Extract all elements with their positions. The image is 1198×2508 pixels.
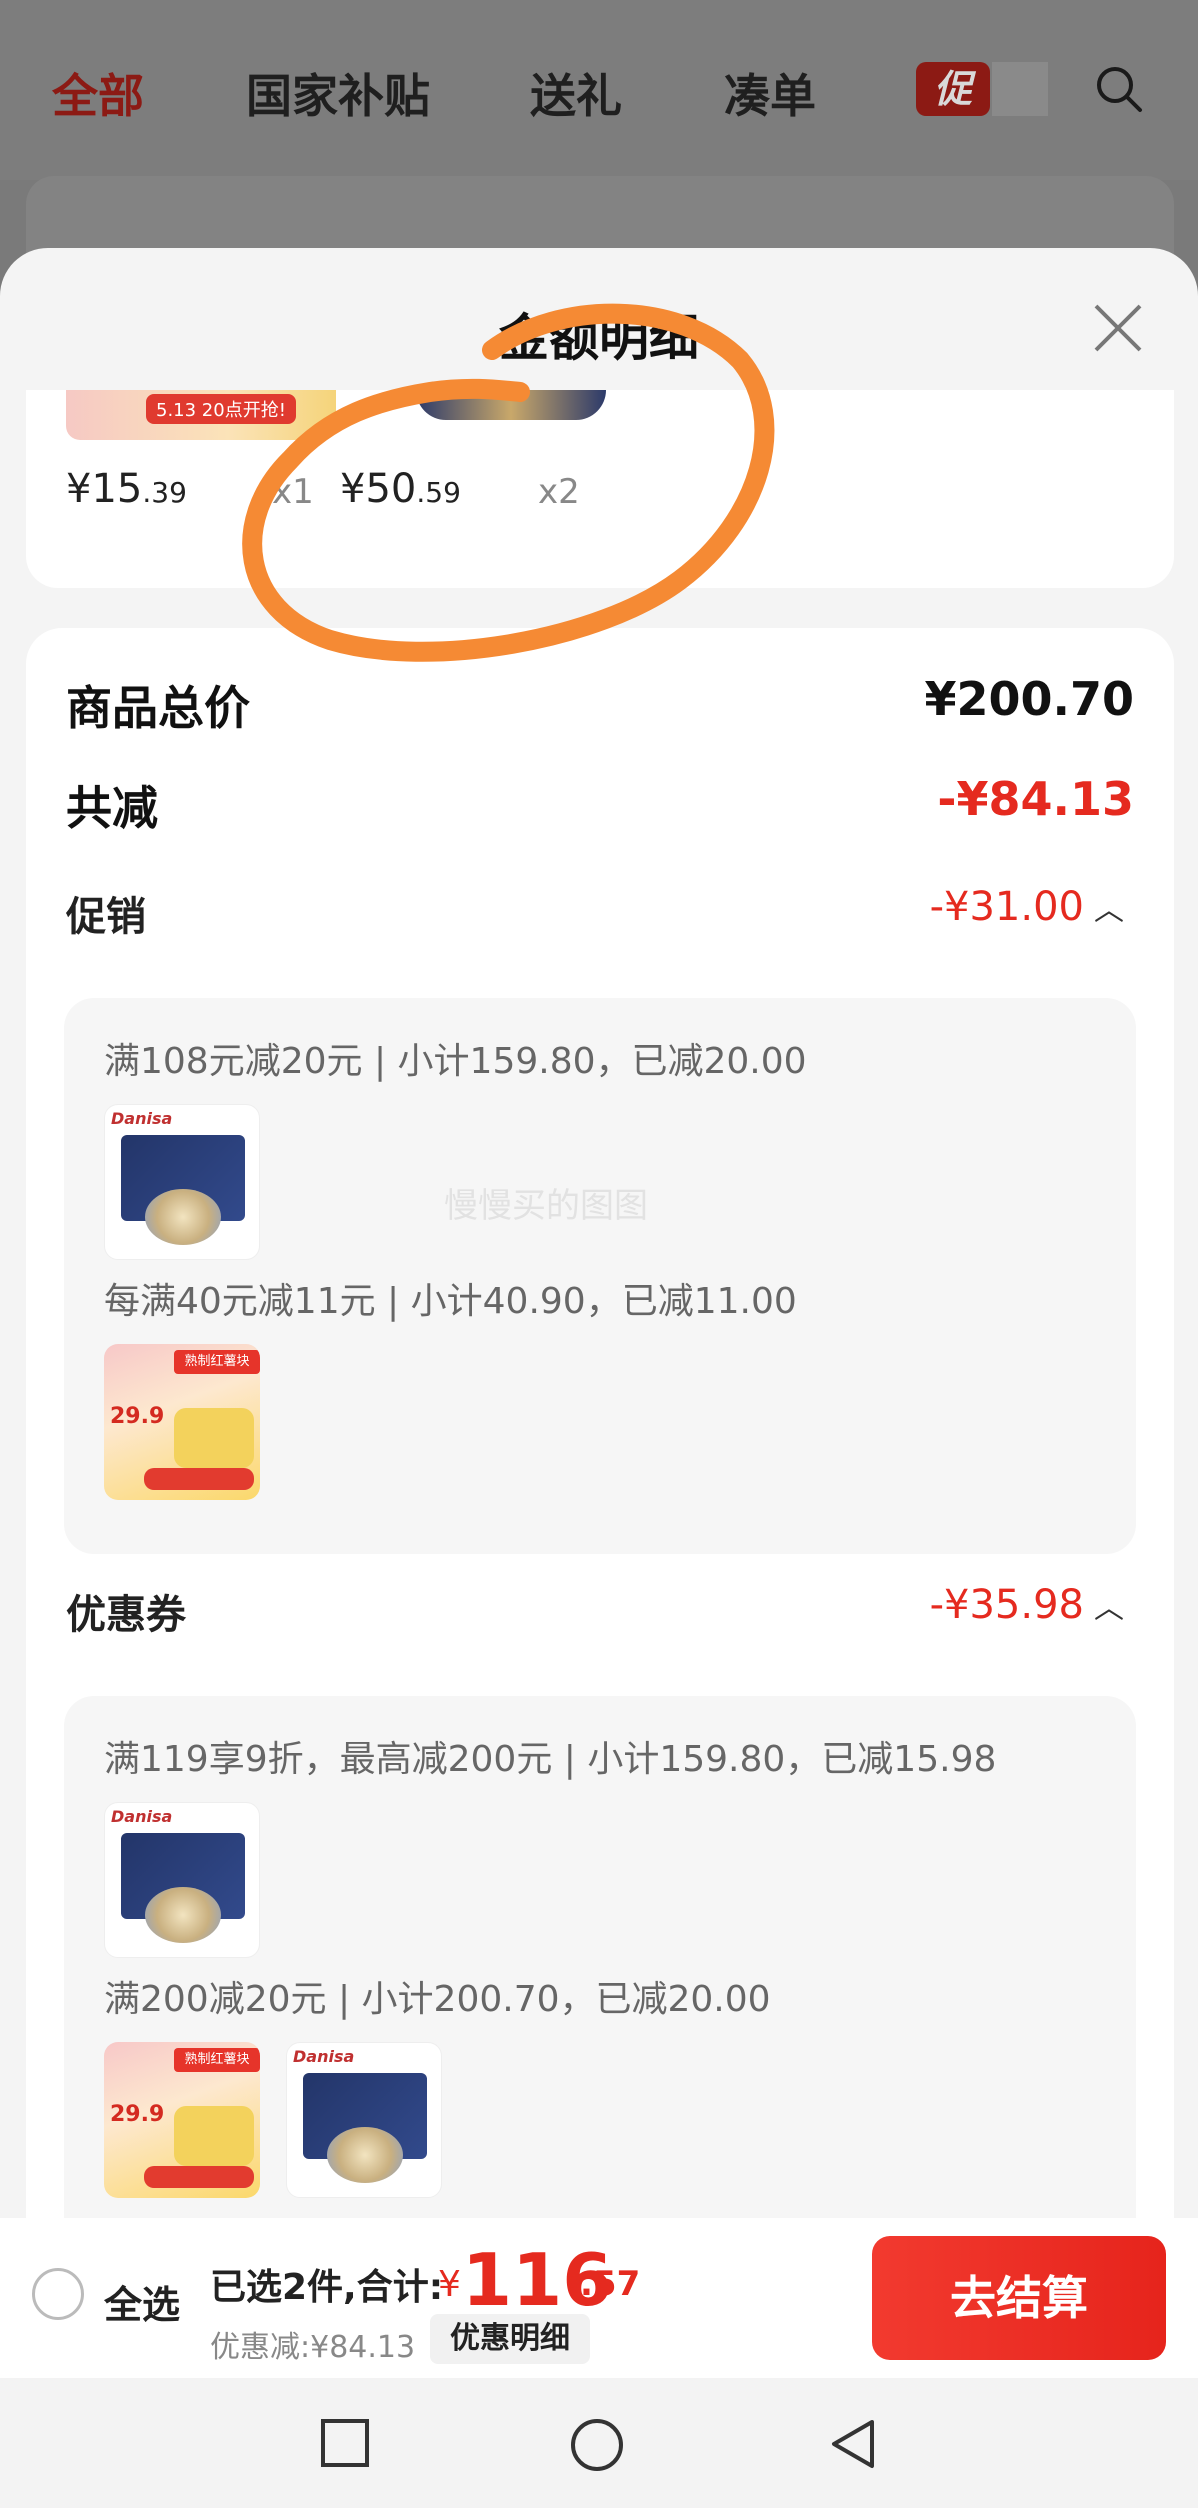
promotion-label: 促销 [66, 894, 146, 940]
product-thumbnail: 5.13 20点开抢! [66, 390, 336, 440]
promotion-rule: 每满40元减11元 | 小计40.90，已减11.00 [104, 1281, 797, 1322]
promo-badge[interactable]: 促 [916, 62, 990, 116]
total-amount-decimal: .57 [580, 2264, 641, 2304]
discount-detail-button[interactable]: 优惠明细 [430, 2314, 590, 2364]
watermark: 慢慢买的图图 [444, 1186, 648, 1226]
search-icon[interactable] [1094, 64, 1144, 114]
chevron-up-icon: ︿ [1094, 1591, 1124, 1626]
selected-count: 已选2件,合计: [210, 2267, 444, 2308]
total-discount-value: -¥84.13 [937, 772, 1134, 826]
discount-summary: 优惠减:¥84.13 [210, 2330, 416, 2365]
coupon-value: -¥35.98 [929, 1582, 1084, 1628]
coupon-label: 优惠券 [66, 1592, 186, 1638]
chevron-up-icon: ︿ [1094, 893, 1124, 928]
home-icon[interactable] [570, 2418, 624, 2472]
top-tab-bar: 全部 国家补贴 送礼 凑单 促 [0, 0, 1198, 180]
promotion-toggle[interactable]: -¥31.00 ︿ [930, 884, 1124, 930]
goods-total-value: ¥200.70 [924, 672, 1134, 726]
product-summary-card: 5.13 20点开抢! ¥15.39 x1 ¥50.59 x2 [26, 390, 1174, 588]
product-image: 熟制红薯块 29.9 [104, 2042, 260, 2198]
coupon-toggle[interactable]: -¥35.98 ︿ [930, 1582, 1124, 1628]
amount-detail-sheet: 金额明细 5.13 20点开抢! ¥15.39 x1 ¥50.59 x2 商品总… [0, 248, 1198, 2508]
checkout-bar: 全选 已选2件,合计: ¥ 116 .57 优惠减:¥84.13 优惠明细 去结… [0, 2218, 1198, 2378]
close-icon[interactable] [1090, 300, 1146, 356]
recents-icon[interactable] [320, 2418, 370, 2468]
select-all-radio[interactable] [32, 2268, 84, 2320]
product-thumbnail [416, 390, 606, 420]
product-price: ¥50.59 [340, 466, 461, 512]
checkout-button[interactable]: 去结算 [872, 2236, 1166, 2360]
product-qty: x1 [272, 472, 314, 512]
product-image: Danisa [104, 1104, 260, 1260]
coupon-rule: 满119享9折，最高减200元 | 小计159.80，已减15.98 [104, 1739, 997, 1780]
coupon-detail-box: 满119享9折，最高减200元 | 小计159.80，已减15.98 Danis… [64, 1696, 1136, 2296]
tab-all[interactable]: 全部 [52, 60, 144, 126]
tab-gifts[interactable]: 送礼 [530, 60, 622, 126]
promotion-detail-box: 满108元减20元 | 小计159.80，已减20.00 Danisa 每满40… [64, 998, 1136, 1554]
faded-tab [992, 62, 1048, 116]
promotion-value: -¥31.00 [929, 884, 1084, 930]
currency-symbol: ¥ [438, 2264, 461, 2305]
tab-national-subsidy[interactable]: 国家补贴 [246, 60, 430, 126]
promotion-rule: 满108元减20元 | 小计159.80，已减20.00 [104, 1041, 807, 1082]
goods-total-label: 商品总价 [66, 681, 250, 735]
product-qty: x2 [538, 472, 580, 512]
sheet-title: 金额明细 [499, 309, 699, 367]
product-image: Danisa [104, 1802, 260, 1958]
thumbnail-tag: 5.13 20点开抢! [146, 394, 296, 424]
product-price: ¥15.39 [66, 466, 187, 512]
back-icon[interactable] [828, 2418, 876, 2470]
product-image: 熟制红薯块 29.9 [104, 1344, 260, 1500]
tab-add-on[interactable]: 凑单 [724, 60, 816, 126]
product-image: Danisa [286, 2042, 442, 2198]
system-nav-bar [0, 2378, 1198, 2508]
coupon-rule: 满200减20元 | 小计200.70，已减20.00 [104, 1979, 771, 2020]
select-all-label[interactable]: 全选 [104, 2274, 180, 2329]
total-discount-label: 共减 [66, 781, 158, 835]
